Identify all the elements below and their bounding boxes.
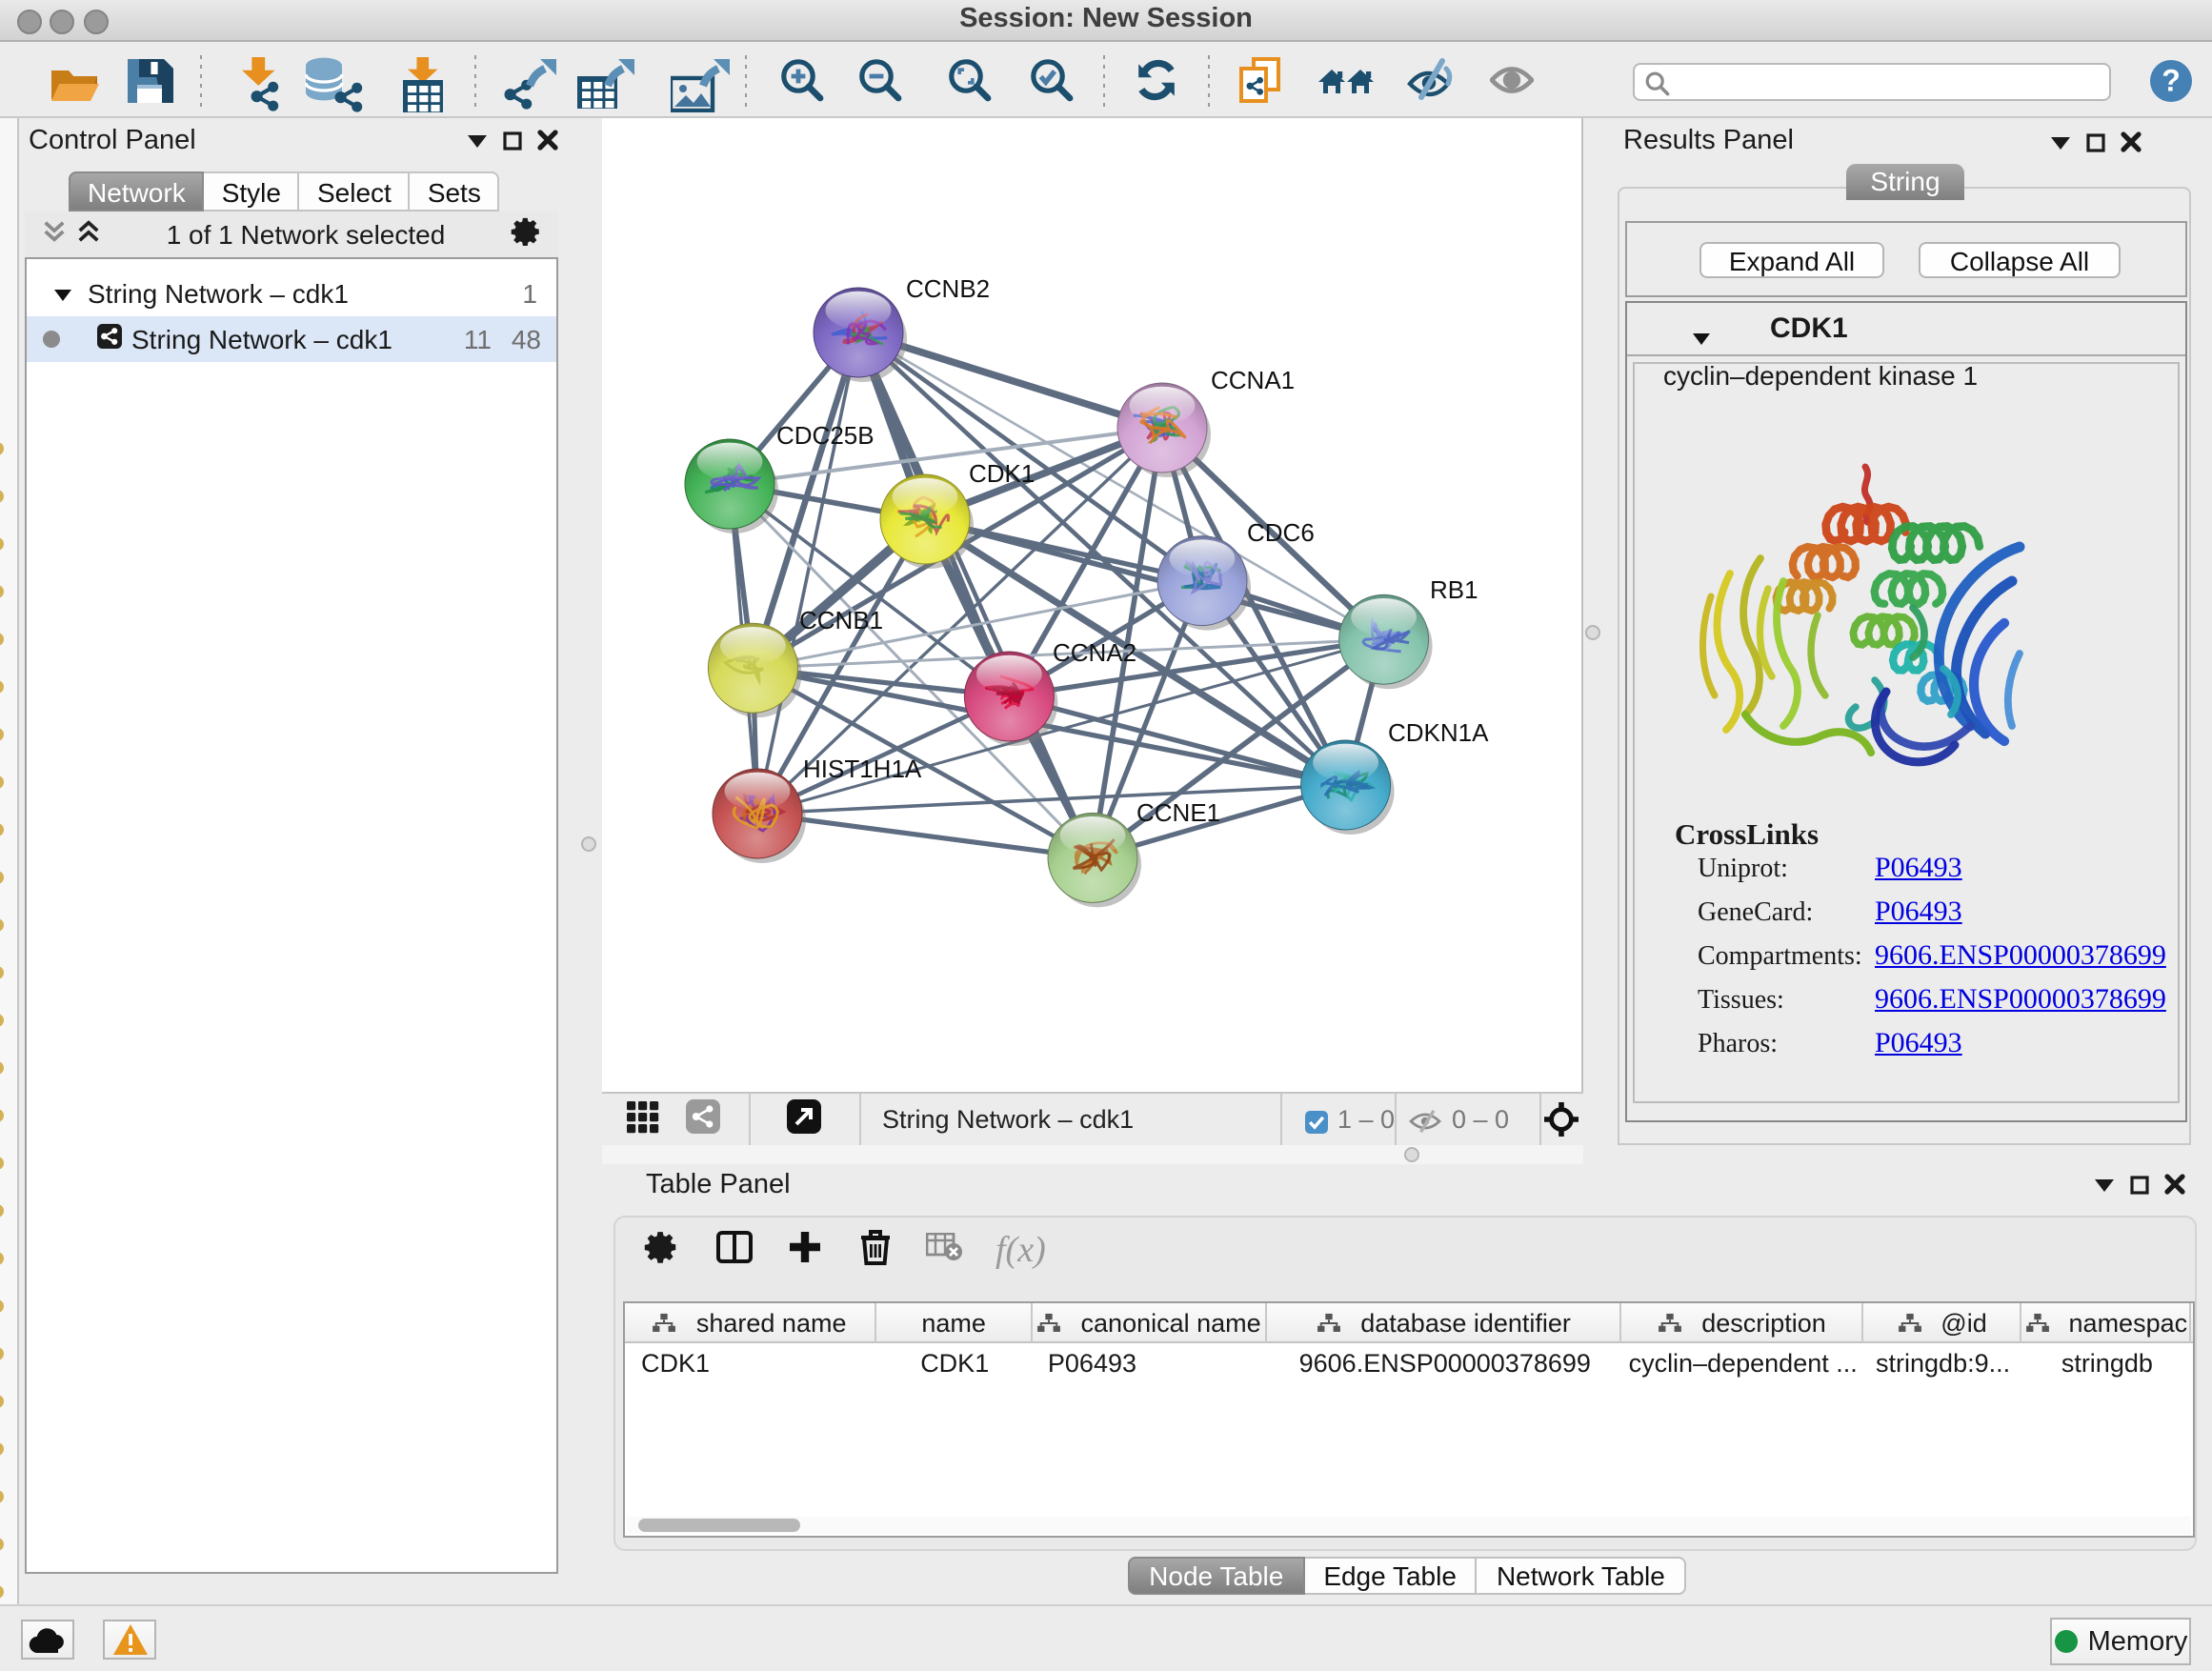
svg-text:CDKN1A: CDKN1A [1388, 718, 1489, 747]
svg-text:CCNB2: CCNB2 [906, 274, 990, 303]
svg-text:CCNA2: CCNA2 [1053, 638, 1136, 667]
svg-text:CDK1: CDK1 [969, 459, 1035, 488]
svg-text:RB1: RB1 [1430, 575, 1478, 604]
svg-text:HIST1H1A: HIST1H1A [803, 755, 922, 783]
svg-text:?: ? [2162, 64, 2181, 98]
svg-text:CCNA1: CCNA1 [1211, 366, 1295, 394]
svg-text:CDC6: CDC6 [1247, 518, 1315, 547]
svg-text:CCNE1: CCNE1 [1136, 798, 1220, 827]
svg-text:CCNB1: CCNB1 [799, 606, 883, 634]
svg-text:CDC25B: CDC25B [776, 421, 875, 450]
